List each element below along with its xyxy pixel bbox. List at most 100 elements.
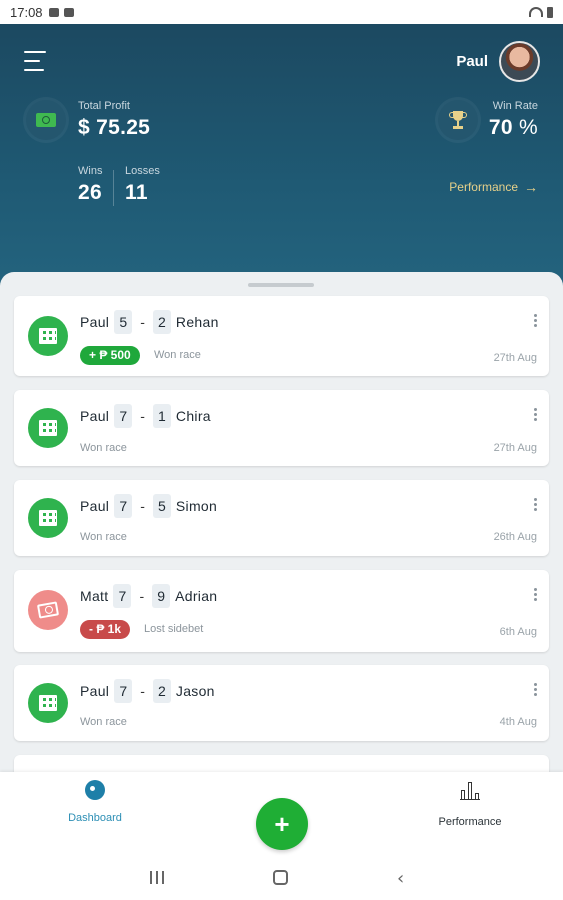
match-score: Paul 7 - 1 Chira	[80, 404, 211, 428]
race-win-icon	[28, 683, 68, 723]
result-label: Won race	[154, 349, 201, 361]
player-one-score: 7	[114, 494, 133, 518]
trophy-icon	[449, 111, 467, 129]
status-time: 17:08	[10, 4, 43, 20]
race-win-icon	[28, 408, 68, 448]
player-two-score: 2	[152, 679, 171, 703]
performance-link-label: Performance	[449, 180, 518, 194]
win-rate-unit: %	[519, 116, 538, 139]
nav-dashboard-label: Dashboard	[68, 812, 122, 824]
player-two: Simon	[175, 498, 218, 514]
menu-icon[interactable]	[24, 51, 46, 71]
win-rate-label: Win Rate	[492, 100, 538, 112]
match-card[interactable]: Paul 5 - 2 Rehan + ₱ 500 Won race 27th A…	[14, 296, 549, 376]
player-two-score: 5	[152, 494, 171, 518]
player-two: Jason	[175, 683, 215, 699]
recents-button[interactable]	[150, 871, 164, 884]
wifi-icon	[529, 7, 543, 17]
system-navigation: ‹	[0, 856, 563, 900]
player-one-score: 7	[113, 584, 132, 608]
more-options-icon[interactable]	[534, 683, 538, 697]
match-card[interactable]: Paul 7 - 1 Chira Won race 27th Aug	[14, 390, 549, 466]
match-card[interactable]: Paul 7 - 5 Simon Won race 26th Aug	[14, 480, 549, 556]
race-win-icon	[28, 498, 68, 538]
checkered-flag-icon	[39, 510, 57, 526]
win-rate-value: 70 %	[489, 116, 538, 140]
home-button[interactable]	[273, 870, 288, 885]
losses-value: 11	[125, 181, 148, 204]
money-icon-circle	[26, 100, 66, 140]
checkered-flag-icon	[39, 328, 57, 344]
notification-icon	[63, 7, 74, 17]
score-separator: -	[140, 498, 145, 514]
summary-header: Paul Total Profit $ 75.25 Win Rate 70 % …	[0, 24, 563, 294]
status-bar: 17:08	[0, 0, 563, 24]
player-one: Paul	[80, 683, 110, 699]
more-options-icon[interactable]	[534, 314, 538, 328]
player-two: Adrian	[175, 588, 218, 604]
match-date: 27th Aug	[493, 442, 537, 454]
wins-label: Wins	[78, 165, 103, 177]
notification-icon	[48, 7, 59, 17]
nav-performance[interactable]: Performance	[435, 780, 505, 828]
amount-badge: + ₱ 500	[80, 346, 140, 365]
checkered-flag-icon	[39, 420, 57, 436]
total-profit-value: $ 75.25	[78, 116, 151, 139]
stats-divider	[113, 170, 114, 206]
more-options-icon[interactable]	[534, 408, 538, 422]
race-win-icon	[28, 316, 68, 356]
player-one-score: 5	[114, 310, 133, 334]
match-date: 4th Aug	[499, 716, 537, 728]
player-one: Paul	[80, 498, 110, 514]
status-right	[529, 6, 553, 18]
match-date: 26th Aug	[493, 531, 537, 543]
back-button[interactable]: ‹	[397, 868, 404, 889]
win-rate-number: 70	[488, 116, 513, 139]
score-separator: -	[139, 588, 145, 604]
result-label: Lost sidebet	[144, 623, 204, 635]
user-name: Paul	[456, 53, 488, 70]
player-one-score: 7	[114, 404, 133, 428]
money-icon	[36, 113, 56, 127]
score-separator: -	[140, 408, 145, 424]
total-profit-label: Total Profit	[78, 100, 130, 112]
match-date: 6th Aug	[499, 626, 537, 638]
score-separator: -	[140, 314, 145, 330]
bar-chart-icon	[460, 780, 480, 800]
arrow-right-icon: →	[524, 179, 538, 195]
match-date: 27th Aug	[493, 352, 537, 364]
player-one-score: 7	[114, 679, 133, 703]
player-two-score: 2	[152, 310, 171, 334]
player-two: Chira	[175, 408, 211, 424]
battery-icon	[547, 6, 553, 18]
result-label: Won race	[80, 716, 127, 728]
cash-icon	[36, 601, 60, 619]
trophy-icon-circle	[438, 100, 478, 140]
player-two-score: 1	[152, 404, 171, 428]
match-card[interactable]: Paul 7 - 2 Jason Won race 4th Aug	[14, 665, 549, 741]
result-label: Won race	[80, 442, 127, 454]
performance-link[interactable]: Performance →	[449, 179, 538, 195]
add-match-button[interactable]: +	[256, 798, 308, 850]
player-one: Matt	[80, 588, 109, 604]
player-two: Rehan	[175, 314, 219, 330]
match-score: Paul 7 - 5 Simon	[80, 494, 217, 518]
nav-dashboard[interactable]: Dashboard	[62, 780, 128, 824]
losses-label: Losses	[125, 165, 160, 177]
score-separator: -	[140, 683, 145, 699]
sheet-handle[interactable]	[248, 283, 314, 287]
player-two-score: 9	[152, 584, 171, 608]
checkered-flag-icon	[39, 695, 57, 711]
match-score: Paul 5 - 2 Rehan	[80, 310, 219, 334]
more-options-icon[interactable]	[534, 498, 538, 512]
nav-performance-label: Performance	[438, 816, 502, 828]
dashboard-icon	[85, 780, 105, 800]
match-score: Paul 7 - 2 Jason	[80, 679, 215, 703]
more-options-icon[interactable]	[534, 588, 538, 602]
result-label: Won race	[80, 531, 127, 543]
match-card[interactable]: Matt 7 - 9 Adrian - ₱ 1k Lost sidebet 6t…	[14, 570, 549, 652]
match-score: Matt 7 - 9 Adrian	[80, 584, 217, 608]
wins-value: 26	[78, 181, 102, 204]
player-one: Paul	[80, 314, 110, 330]
avatar[interactable]	[499, 41, 540, 82]
